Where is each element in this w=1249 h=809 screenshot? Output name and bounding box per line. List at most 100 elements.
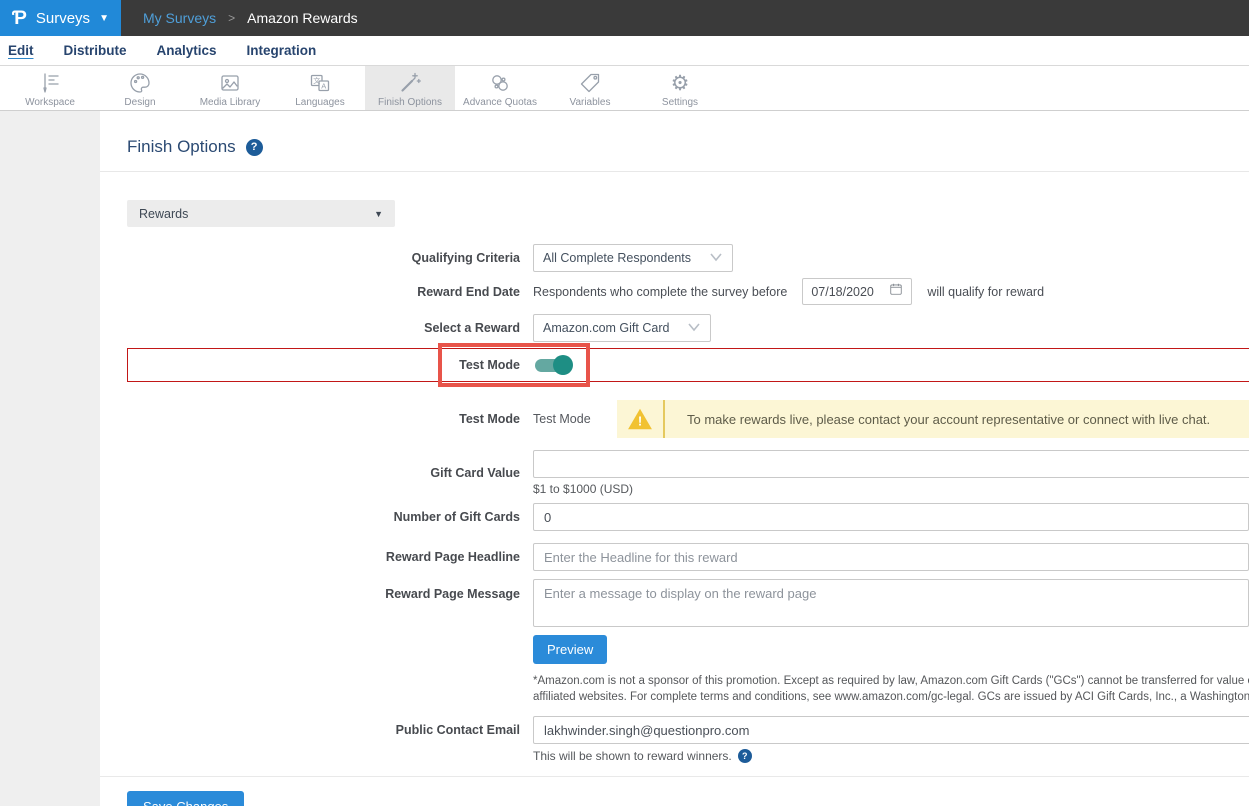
media-library-icon [218,71,242,95]
number-of-gift-cards-row: Number of Gift Cards [100,503,1249,531]
content-area: Finish Options ? Rewards ▼ Qualifying Cr… [0,111,1249,806]
toolbar-label: Variables [570,97,611,108]
tab-distribute[interactable]: Distribute [64,43,127,58]
preview-row: Preview [100,635,1249,664]
reward-page-headline-label: Reward Page Headline [100,550,533,564]
toolbar-item-advance-quotas[interactable]: Advance Quotas [455,66,545,110]
toolbar-item-settings[interactable]: ⚙ Settings [635,66,725,110]
chevron-down-icon: ▼ [374,209,383,219]
rewards-section-dropdown-value: Rewards [139,207,188,221]
toolbar-item-languages[interactable]: 文A Languages [275,66,365,110]
select-reward-value: Amazon.com Gift Card [543,321,669,335]
public-contact-email-row: Public Contact Email This will be shown … [100,716,1249,763]
toolbar-label: Settings [662,97,698,108]
qualifying-criteria-label: Qualifying Criteria [100,251,533,265]
qualifying-criteria-value: All Complete Respondents [543,251,691,265]
breadcrumb-current-survey: Amazon Rewards [247,10,358,26]
reward-page-message-input[interactable] [533,579,1249,627]
reward-end-date-input[interactable]: 07/18/2020 [802,278,912,305]
settings-icon: ⚙ [671,71,690,95]
test-mode-status-label: Test Mode [100,412,533,426]
reward-page-message-row: Reward Page Message [100,579,1249,627]
gift-card-value-input[interactable] [533,450,1249,478]
gift-card-value-helper: $1 to $1000 (USD) [533,482,633,496]
select-reward-select[interactable]: Amazon.com Gift Card [533,314,711,342]
reward-page-headline-row: Reward Page Headline [100,543,1249,571]
main-nav-tabs: Edit Distribute Analytics Integration [0,36,1249,66]
toolbar-item-variables[interactable]: Variables [545,66,635,110]
public-contact-email-helper: This will be shown to reward winners. [533,749,732,763]
variables-icon [578,71,602,95]
finish-options-icon [398,71,422,95]
breadcrumb-my-surveys[interactable]: My Surveys [143,10,216,26]
reward-page-message-label: Reward Page Message [100,587,533,601]
rewards-form: Qualifying Criteria All Complete Respond… [100,244,1249,806]
finish-options-panel: Finish Options ? Rewards ▼ Qualifying Cr… [100,111,1249,806]
design-icon [128,71,152,95]
page-title: Finish Options [127,137,236,157]
product-switcher[interactable]: Ƥ Surveys ▼ [0,0,121,36]
test-mode-status-value: Test Mode [533,412,617,426]
edit-toolbar: Workspace Design Media Library 文A Langua… [0,66,1249,111]
warning-banner: ! To make rewards live, please contact y… [617,400,1249,438]
app-window: Ƥ Surveys ▼ My Surveys > Amazon Rewards … [0,0,1249,809]
test-mode-toggle-label: Test Mode [100,358,533,372]
toolbar-item-finish-options[interactable]: Finish Options [365,66,455,110]
test-mode-toggle[interactable] [535,359,571,372]
toolbar-label: Finish Options [378,97,442,108]
save-changes-button[interactable]: Save Changes [127,791,244,806]
toolbar-item-media-library[interactable]: Media Library [185,66,275,110]
qualifying-criteria-select[interactable]: All Complete Respondents [533,244,733,272]
chevron-down-icon [687,319,701,337]
test-mode-status-row: Test Mode Test Mode ! To make rewards li… [100,400,1249,438]
questionpro-logo-icon: Ƥ [12,9,27,28]
amazon-disclaimer: *Amazon.com is not a sponsor of this pro… [533,673,1249,705]
advance-quotas-icon [488,71,512,95]
reward-end-date-row: Reward End Date Respondents who complete… [100,278,1249,305]
tab-integration[interactable]: Integration [247,43,317,58]
public-contact-email-input[interactable] [533,716,1249,744]
chevron-down-icon [709,249,723,267]
toolbar-label: Design [124,97,155,108]
reward-end-date-value: 07/18/2020 [811,285,874,299]
tab-edit[interactable]: Edit [8,43,34,58]
qualifying-criteria-row: Qualifying Criteria All Complete Respond… [100,244,1249,272]
gift-card-value-label: Gift Card Value [100,466,533,480]
toolbar-label: Media Library [200,97,261,108]
toggle-knob [553,355,573,375]
toolbar-item-workspace[interactable]: Workspace [5,66,95,110]
reward-end-date-label: Reward End Date [100,285,533,299]
preview-button[interactable]: Preview [533,635,607,664]
top-header: Ƥ Surveys ▼ My Surveys > Amazon Rewards [0,0,1249,36]
help-icon[interactable]: ? [738,749,752,763]
chevron-down-icon: ▼ [99,13,109,24]
calendar-icon[interactable] [889,282,903,301]
number-of-gift-cards-input[interactable] [533,503,1249,531]
select-reward-row: Select a Reward Amazon.com Gift Card [100,314,1249,342]
divider [100,776,1249,777]
select-reward-label: Select a Reward [100,321,533,335]
rewards-section-dropdown[interactable]: Rewards ▼ [127,200,395,227]
workspace-icon [38,71,62,95]
test-mode-toggle-row: Test Mode [100,344,1249,386]
disclaimer-row: *Amazon.com is not a sponsor of this pro… [100,673,1249,705]
breadcrumb: My Surveys > Amazon Rewards [121,0,1249,36]
tab-analytics[interactable]: Analytics [157,43,217,58]
svg-text:文: 文 [313,76,320,85]
reward-end-date-prefix: Respondents who complete the survey befo… [533,285,787,299]
reward-page-headline-input[interactable] [533,543,1249,571]
divider [100,171,1249,172]
public-contact-email-label: Public Contact Email [100,723,533,737]
reward-end-date-suffix: will qualify for reward [927,285,1044,299]
product-name: Surveys [36,10,90,27]
svg-text:!: ! [638,414,642,429]
toolbar-label: Workspace [25,97,75,108]
toolbar-item-design[interactable]: Design [95,66,185,110]
help-icon[interactable]: ? [246,139,263,156]
breadcrumb-separator: > [228,11,235,25]
number-of-gift-cards-label: Number of Gift Cards [100,510,533,524]
toolbar-label: Advance Quotas [463,97,537,108]
warning-message: To make rewards live, please contact you… [665,400,1210,438]
toolbar-label: Languages [295,97,345,108]
gift-card-value-row: Gift Card Value $1 to $1000 (USD) [100,450,1249,496]
